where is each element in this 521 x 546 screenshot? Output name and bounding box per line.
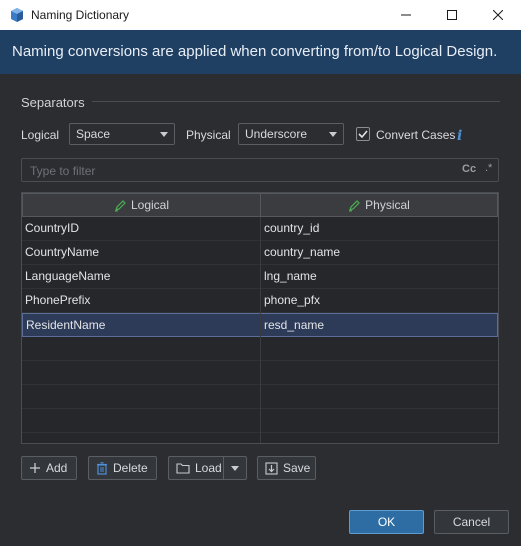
database-cube-icon: [11, 8, 23, 22]
chevron-down-icon: [160, 132, 168, 137]
trash-icon: [97, 461, 107, 475]
physical-separator-label: Physical: [186, 128, 231, 142]
save-download-icon: [265, 461, 278, 475]
section-divider: [92, 101, 500, 102]
save-button[interactable]: Save: [257, 456, 316, 480]
delete-button[interactable]: Delete: [88, 456, 157, 480]
physical-cell[interactable]: lng_name: [261, 265, 498, 288]
add-label: Add: [46, 461, 68, 475]
filter-input[interactable]: [28, 161, 452, 181]
info-banner: Naming conversions are applied when conv…: [0, 30, 521, 74]
logical-cell[interactable]: CountryName: [22, 241, 260, 264]
load-label: Load: [195, 461, 222, 475]
plus-icon: [30, 463, 40, 473]
close-icon: [493, 10, 503, 20]
delete-label: Delete: [113, 461, 148, 475]
column-header-label: Logical: [130, 198, 170, 212]
physical-separator-dropdown[interactable]: Underscore: [238, 123, 344, 145]
logical-separator-value: Space: [76, 127, 111, 141]
add-button[interactable]: Add: [21, 456, 77, 480]
maximize-button[interactable]: [429, 0, 475, 30]
close-button[interactable]: [475, 0, 521, 30]
load-options-dropdown[interactable]: [223, 456, 247, 480]
logical-cell[interactable]: PhonePrefix: [22, 289, 260, 312]
convert-cases-label[interactable]: Convert Cases: [376, 128, 455, 142]
logical-cell[interactable]: ResidentName: [23, 314, 261, 337]
pencil-icon: [114, 199, 126, 211]
chevron-down-icon: [231, 466, 239, 471]
logical-separator-dropdown[interactable]: Space: [69, 123, 175, 145]
logical-cell[interactable]: CountryID: [22, 217, 260, 240]
convert-cases-checkbox[interactable]: [356, 127, 370, 141]
naming-table: Logical Physical CountryID country_id Co…: [21, 192, 499, 444]
match-case-toggle[interactable]: Cc: [462, 163, 476, 175]
chevron-down-icon: [329, 132, 337, 137]
physical-cell[interactable]: resd_name: [261, 314, 498, 337]
physical-separator-value: Underscore: [245, 127, 308, 141]
logical-cell[interactable]: LanguageName: [22, 265, 260, 288]
cancel-button[interactable]: Cancel: [434, 510, 509, 534]
title-bar: Naming Dictionary: [0, 0, 521, 30]
column-header-physical[interactable]: Physical: [260, 193, 498, 217]
maximize-icon: [447, 10, 457, 20]
column-divider: [260, 217, 261, 443]
checkmark-icon: [358, 130, 368, 139]
load-button[interactable]: Load: [168, 456, 224, 480]
physical-cell[interactable]: country_id: [261, 217, 498, 240]
column-header-logical[interactable]: Logical: [22, 193, 261, 217]
window-title: Naming Dictionary: [31, 8, 130, 22]
separators-section-label: Separators: [21, 95, 85, 110]
minimize-icon: [401, 14, 411, 16]
regex-toggle[interactable]: .*: [485, 162, 492, 174]
pencil-icon: [349, 199, 361, 211]
info-icon[interactable]: i: [457, 128, 462, 144]
column-header-label: Physical: [365, 198, 410, 212]
ok-button[interactable]: OK: [349, 510, 424, 534]
logical-separator-label: Logical: [21, 128, 60, 142]
minimize-button[interactable]: [383, 0, 429, 30]
save-label: Save: [283, 461, 311, 475]
filter-box: Cc .*: [21, 158, 499, 182]
folder-icon: [176, 463, 190, 474]
physical-cell[interactable]: phone_pfx: [261, 289, 498, 312]
table-header: Logical Physical: [22, 193, 498, 217]
physical-cell[interactable]: country_name: [261, 241, 498, 264]
